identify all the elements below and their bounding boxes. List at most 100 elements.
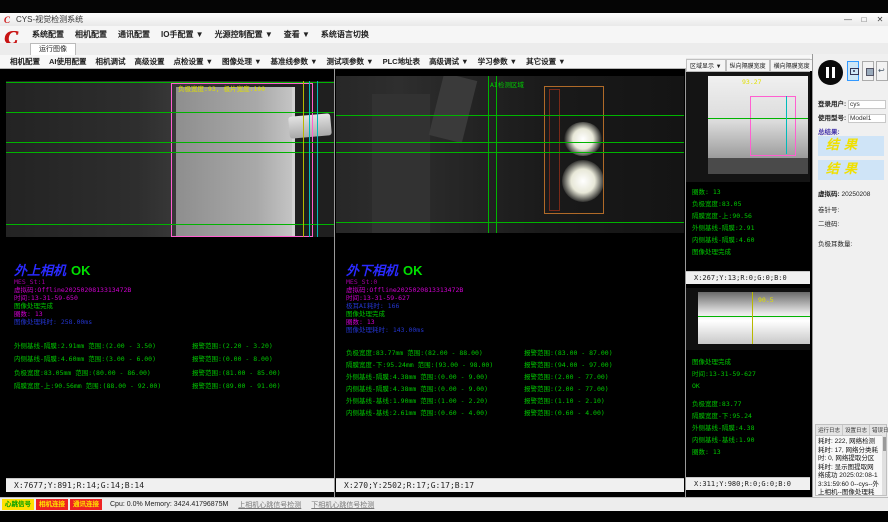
- thumb-view-tab[interactable]: 纵向隔膜宽度: [726, 59, 770, 71]
- thumb-view-tab[interactable]: 横向隔膜宽度: [770, 59, 814, 71]
- toolbar-item[interactable]: 相机调试: [96, 56, 126, 67]
- panel-divider: [334, 69, 335, 497]
- menu-item[interactable]: 系统语言切换: [321, 29, 369, 40]
- window-controls: — □ ✕: [840, 15, 888, 24]
- width-overlay-text: 90.5: [758, 296, 774, 304]
- camera-view-button[interactable]: [847, 61, 859, 81]
- titlebar: C CYS-视觉检测系统 — □ ✕: [0, 13, 888, 27]
- readout-line: 隔膜宽度-上:90.56: [692, 210, 754, 222]
- edge-line-green: [488, 76, 489, 233]
- ok-status: OK: [403, 263, 423, 278]
- menu-item[interactable]: 查看 ▼: [284, 29, 310, 40]
- thumb-top-image[interactable]: 93.27: [686, 72, 810, 182]
- baseline-green: [6, 152, 334, 153]
- thumb-view-tab[interactable]: 区域显示 ▼: [686, 59, 726, 71]
- menu-item[interactable]: 相机配置: [75, 29, 107, 40]
- upper-camera-heartbeat-link[interactable]: 上相机心跳信号检测: [238, 500, 301, 510]
- toolbar-item[interactable]: 图像处理 ▼: [222, 56, 262, 67]
- measurement-row: 外侧基线-隔膜:2.91mm 范围:(2.00 - 3.50) 报警范围:(2.…: [14, 338, 332, 352]
- qr-label: 二维码:: [818, 218, 839, 228]
- window-title: CYS-视觉检测系统: [16, 14, 83, 25]
- readout-line: 圈数: 13: [692, 186, 754, 198]
- roi-box-red: [549, 89, 560, 211]
- camera-icon: [850, 68, 859, 75]
- model-value[interactable]: Model1: [848, 114, 886, 123]
- virtual-code: 虚拟码:Offline2025020813313472B: [346, 286, 666, 294]
- baseline-green: [698, 316, 810, 317]
- toolbar-item[interactable]: 高级设置: [135, 56, 165, 67]
- left-camera-image[interactable]: 负极宽度:93, 极片宽度:100: [6, 81, 334, 237]
- width-overlay-text: 负极宽度:93, 极片宽度:100: [178, 83, 265, 93]
- model-field: 使用型号: Model1: [818, 112, 886, 123]
- ok-status: OK: [692, 380, 756, 392]
- measurement-value: 隔膜宽度-下:95.24mm 范围:(93.00 - 98.00): [346, 359, 524, 369]
- code-value: 20250208: [841, 191, 870, 198]
- measurement-row: 内侧基线-基线:2.61mm 范围:(0.60 - 4.00) 报警范围:(0.…: [346, 406, 681, 418]
- edge-line-cyan: [309, 81, 310, 237]
- process-elapsed: 图像处理耗时: 258.00ms: [14, 318, 334, 326]
- alarm-range: 报警范围:(94.00 - 97.00): [524, 359, 613, 369]
- minimize-button[interactable]: —: [840, 15, 856, 24]
- toolbar-item[interactable]: 基准线参数 ▼: [271, 56, 318, 67]
- readout-line: 圈数: 13: [692, 446, 754, 458]
- edge-line-cyan: [317, 81, 318, 237]
- side-panel: ↩ 登录用户: cys 使用型号: Model1 总结果: 结果 结果 虚拟码:…: [812, 54, 888, 497]
- menu-item[interactable]: 光源控制配置 ▼: [215, 29, 273, 40]
- log-scrollbar[interactable]: [882, 435, 886, 495]
- measurement-row: 负极宽度:83.05mm 范围:(80.00 - 86.00) 报警范围:(81…: [14, 365, 332, 379]
- close-button[interactable]: ✕: [872, 15, 888, 24]
- toolbar-item[interactable]: 高级调试 ▼: [429, 56, 469, 67]
- top-strip: [0, 0, 888, 13]
- measurement-value: 外侧基线-隔膜:4.38mm 范围:(0.00 - 9.00): [346, 371, 524, 381]
- baseline-green: [336, 152, 684, 153]
- app-window: C CYS-视觉检测系统 — □ ✕ C 系统配置相机配置通讯配置IO手配置 ▼…: [0, 0, 888, 522]
- refresh-button[interactable]: ↩: [876, 61, 888, 81]
- measurement-value: 隔膜宽度-上:90.56mm 范围:(88.00 - 92.00): [14, 380, 192, 390]
- log-tab[interactable]: 错误日志: [870, 425, 888, 435]
- camera-name-label: 外下相机: [346, 264, 398, 279]
- bottom-statusbar: 心跳信号 相机连接 通讯连接 Cpu: 0.0% Memory: 3424.41…: [0, 497, 888, 511]
- width-overlay-text: 93.27: [742, 78, 762, 86]
- thumb-bottom-coord-bar: X:311;Y:980;R:0;G:0;B:0: [686, 477, 810, 490]
- toolbar-item[interactable]: 相机配置: [10, 56, 40, 67]
- user-value[interactable]: cys: [848, 100, 886, 109]
- thumb-bottom-image[interactable]: 90.5: [686, 288, 810, 350]
- toolbar-item[interactable]: 点检设置 ▼: [174, 56, 214, 67]
- user-field: 登录用户: cys: [818, 98, 886, 109]
- camera-link-badge: 相机连接: [36, 499, 68, 510]
- measurement-row: 隔膜宽度-下:95.24mm 范围:(93.00 - 98.00) 报警范围:(…: [346, 358, 681, 370]
- toolbar-item[interactable]: 测试项参数 ▼: [327, 56, 374, 67]
- heartbeat-badge: 心跳信号: [2, 499, 34, 510]
- pause-button[interactable]: [818, 60, 843, 85]
- alarm-range: 报警范围:(2.00 - 77.00): [524, 371, 609, 381]
- menu-item[interactable]: IO手配置 ▼: [161, 29, 204, 40]
- tab-run-image[interactable]: 运行图像: [30, 43, 76, 55]
- measurement-row: 内侧基线-隔膜:4.60mm 范围:(3.00 - 6.00) 报警范围:(0.…: [14, 352, 332, 366]
- toolbar-item[interactable]: 其它设置 ▼: [526, 56, 566, 67]
- baseline-green: [336, 142, 684, 143]
- maximize-button[interactable]: □: [856, 15, 872, 24]
- readout-line: 时间:13-31-59-627: [692, 368, 756, 380]
- log-tab[interactable]: 设置日志: [843, 425, 870, 435]
- thumb-top-coord-bar: X:267;Y:13;R:0;G:0;B:0: [686, 271, 810, 284]
- baseline-green: [6, 224, 334, 225]
- toolbar-item[interactable]: PLC地址表: [383, 56, 421, 67]
- readout-line: 负极宽度:83.77: [692, 398, 754, 410]
- thumb-bottom-readout: 图像处理完成 时间:13-31-59-627 OK: [692, 356, 756, 392]
- middle-camera-image[interactable]: AI检测区域: [336, 76, 684, 233]
- cpu-memory-status: Cpu: 0.0% Memory: 3424.41796875M: [110, 501, 228, 508]
- middle-measurements: 负极宽度:83.77mm 范围:(82.00 - 88.00) 报警范围:(83…: [346, 346, 681, 418]
- toolbar-item[interactable]: 学习参数 ▼: [478, 56, 518, 67]
- alarm-range: 报警范围:(2.00 - 77.00): [524, 383, 609, 393]
- menu-item[interactable]: 系统配置: [32, 29, 64, 40]
- ok-status: OK: [71, 263, 91, 278]
- log-tab[interactable]: 运行日志: [816, 425, 843, 435]
- lower-camera-heartbeat-link[interactable]: 下相机心跳信号检测: [311, 500, 374, 510]
- toolbar-item[interactable]: AI使用配置: [49, 56, 87, 67]
- alarm-range: 报警范围:(2.20 - 3.20): [192, 340, 273, 350]
- measurement-row: 外侧基线-隔膜:4.38mm 范围:(0.00 - 9.00) 报警范围:(2.…: [346, 370, 681, 382]
- ai-elapsed: 极耳AI耗时: 166: [346, 302, 666, 310]
- menu-item[interactable]: 通讯配置: [118, 29, 150, 40]
- panel-toggle-button[interactable]: [862, 61, 874, 81]
- capture-time: 时间:13-31-59-627: [346, 294, 666, 302]
